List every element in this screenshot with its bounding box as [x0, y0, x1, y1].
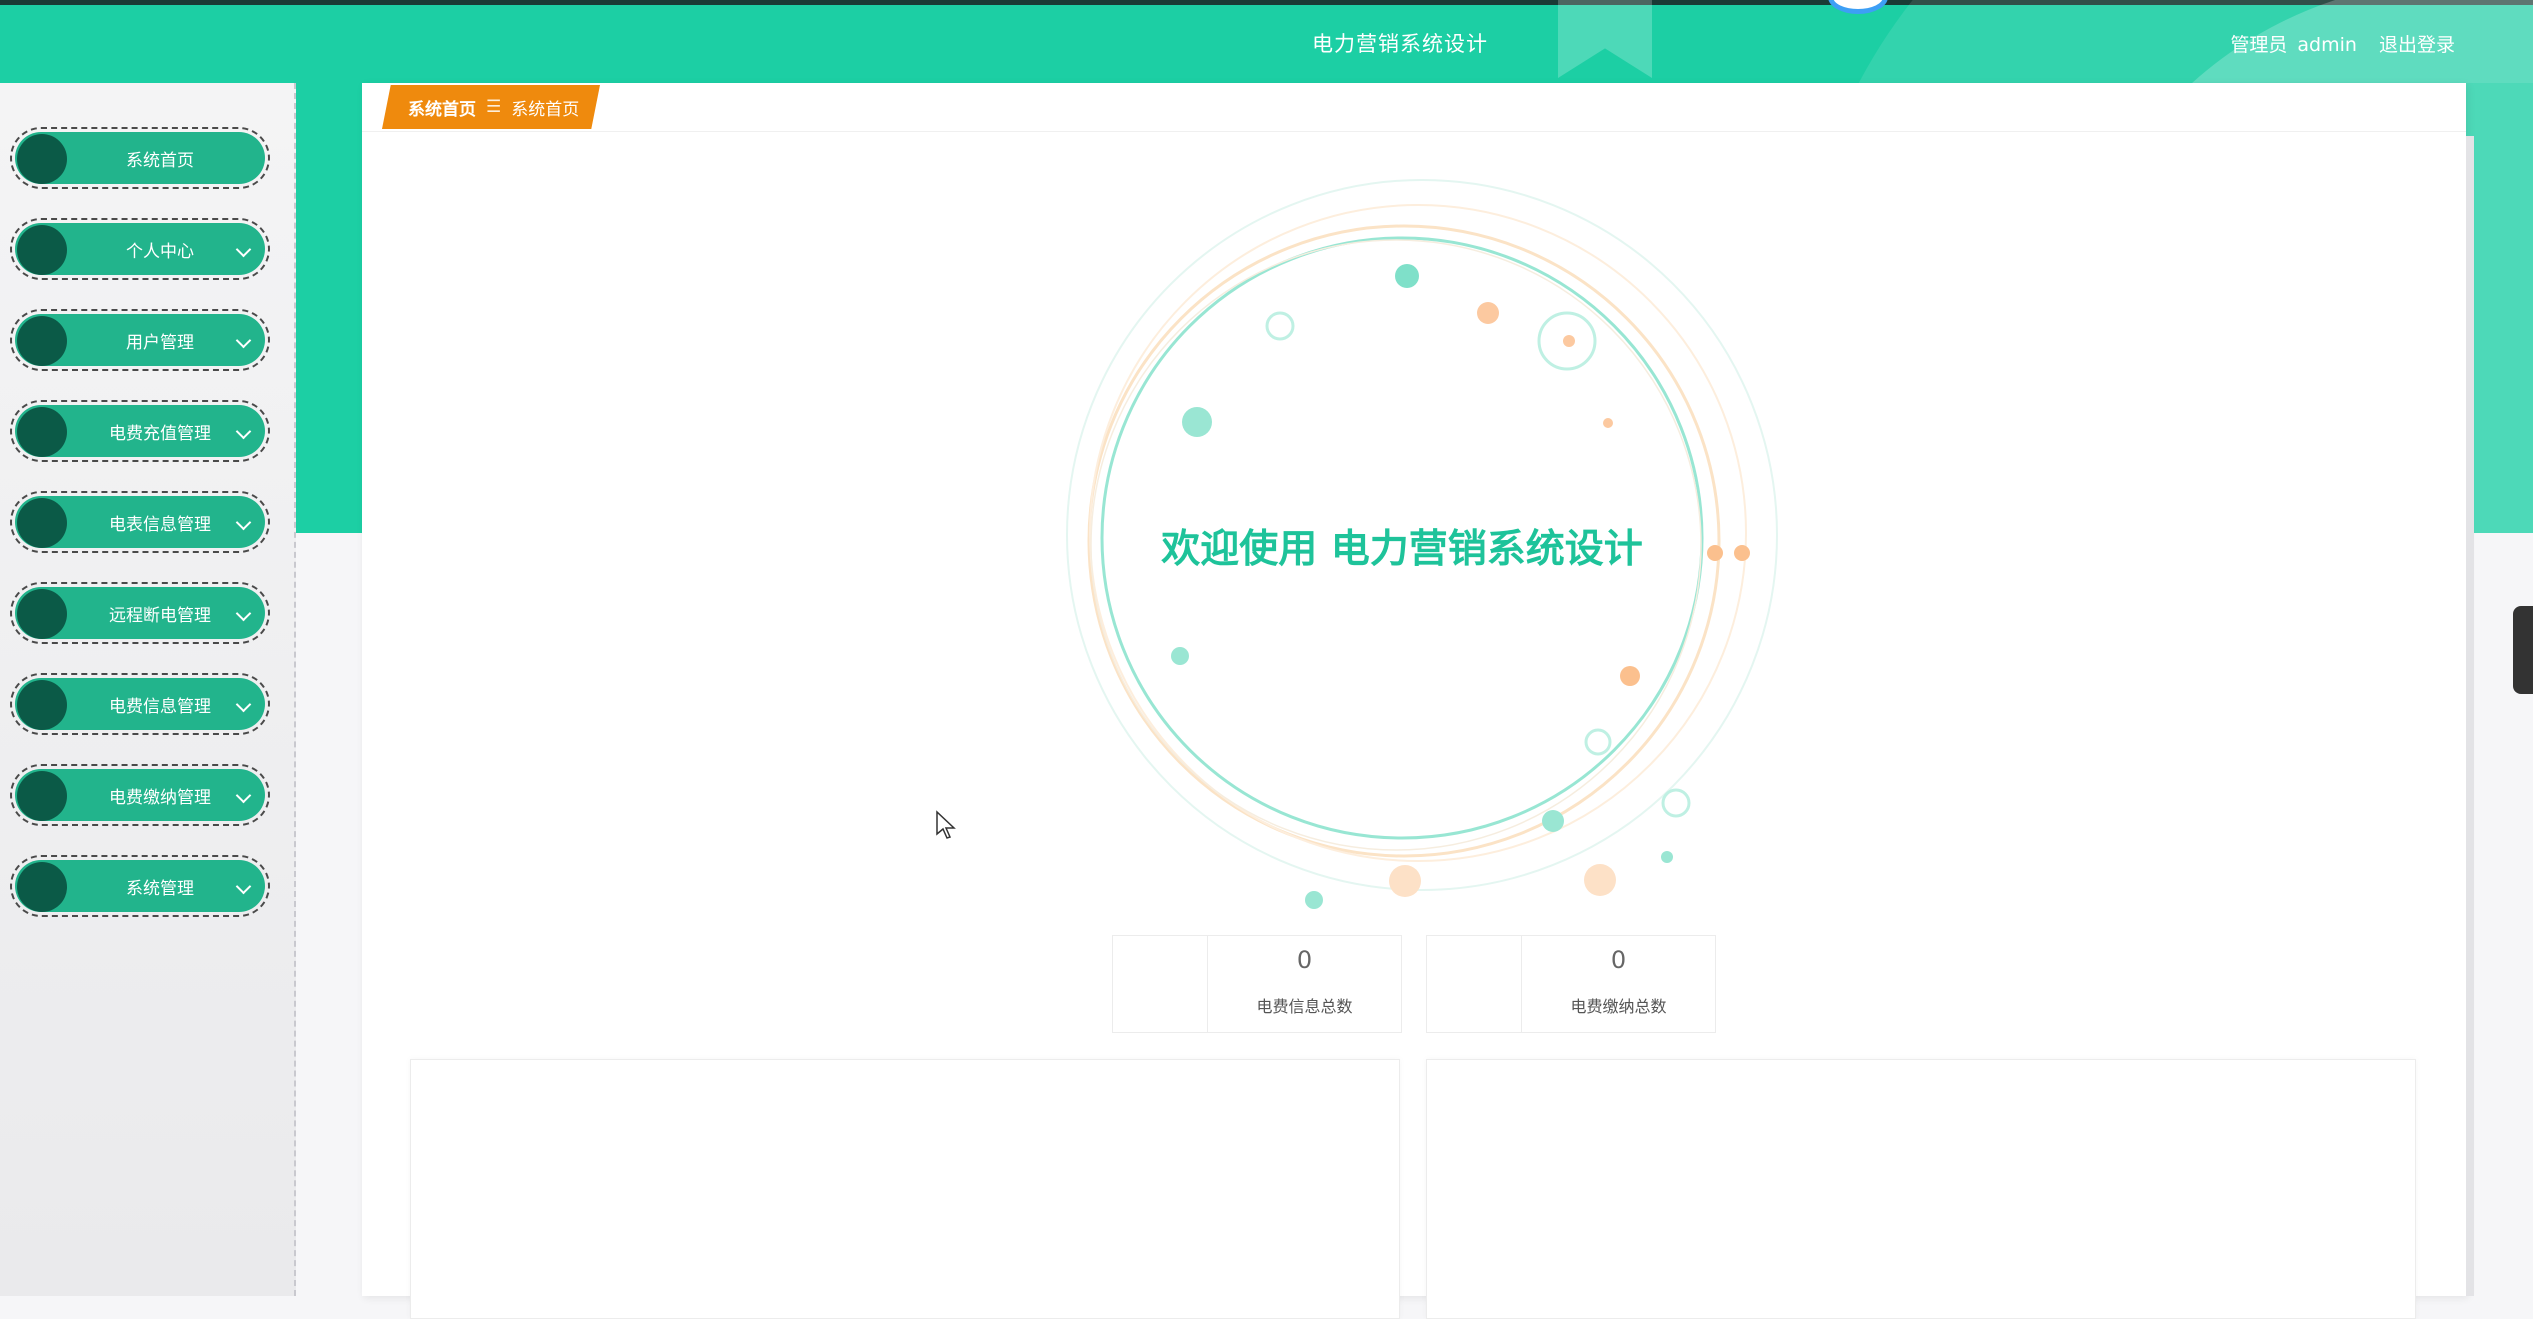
menu-pill: 远程断电管理	[15, 587, 265, 639]
mouse-cursor-icon	[936, 810, 956, 839]
stat-label: 电费缴纳总数	[1570, 997, 1667, 1016]
sidebar-item-label: 电费缴纳管理	[109, 787, 211, 808]
breadcrumb-separator-icon: ☰	[486, 97, 502, 117]
stat-value: 0	[1610, 946, 1627, 974]
chart-panel-right	[1426, 1059, 2416, 1319]
stat-icon-area	[1113, 936, 1208, 1032]
menu-dot-icon	[17, 771, 67, 821]
sidebar-item-fee-payment[interactable]: 电费缴纳管理	[10, 764, 270, 826]
menu-pill: 电表信息管理	[15, 496, 265, 548]
menu-pill: 电费充值管理	[15, 405, 265, 457]
sidebar-item-recharge-management[interactable]: 电费充值管理	[10, 400, 270, 462]
menu-dot-icon	[17, 680, 67, 730]
menu-dot-icon	[17, 498, 67, 548]
menu-dot-icon	[17, 134, 67, 184]
menu-dot-icon	[17, 225, 67, 275]
stat-card-fee-payment: 0 电费缴纳总数	[1426, 935, 1716, 1033]
menu-pill: 用户管理	[15, 314, 265, 366]
side-collapse-tab[interactable]	[2513, 606, 2533, 694]
menu-pill: 电费信息管理	[15, 678, 265, 730]
sidebar-item-personal-center[interactable]: 个人中心	[10, 218, 270, 280]
stat-label: 电费信息总数	[1256, 997, 1353, 1016]
sidebar-item-system-management[interactable]: 系统管理	[10, 855, 270, 917]
stat-card-fee-info: 0 电费信息总数	[1112, 935, 1402, 1033]
sidebar-item-label: 电费信息管理	[109, 696, 211, 717]
header-knob-icon	[1828, 0, 1888, 14]
sidebar-item-label: 个人中心	[126, 241, 194, 262]
user-role: 管理员	[2230, 34, 2288, 56]
user-area: 管理员 admin 退出登录	[2226, 30, 2455, 57]
menu-pill: 系统首页	[15, 132, 265, 184]
sidebar-item-label: 系统首页	[126, 150, 194, 171]
welcome-graphic: 欢迎使用 电力营销系统设计	[1032, 173, 1792, 913]
sidebar-item-fee-info[interactable]: 电费信息管理	[10, 673, 270, 735]
sidebar-item-user-management[interactable]: 用户管理	[10, 309, 270, 371]
menu-pill: 个人中心	[15, 223, 265, 275]
breadcrumb: 系统首页 ☰ 系统首页	[382, 85, 600, 129]
sidebar-item-label: 电费充值管理	[109, 423, 211, 444]
menu-pill: 系统管理	[15, 860, 265, 912]
breadcrumb-home-link[interactable]: 系统首页	[408, 95, 476, 120]
welcome-heading: 欢迎使用 电力营销系统设计	[1161, 527, 1643, 572]
bookmark-ribbon-icon	[1558, 0, 1652, 78]
breadcrumb-current: 系统首页	[511, 99, 580, 120]
sidebar-item-label: 电表信息管理	[109, 514, 211, 535]
menu-dot-icon	[17, 407, 67, 457]
chart-panel-left	[410, 1059, 1400, 1319]
breadcrumb-bar: 系统首页 ☰ 系统首页	[362, 83, 2466, 132]
sidebar: 系统首页 个人中心 用户管理 电费充值管理 电表信息管理 远程断电管理 电费信息…	[0, 83, 296, 1296]
sidebar-item-label: 远程断电管理	[109, 605, 211, 626]
menu-pill: 电费缴纳管理	[15, 769, 265, 821]
stat-value: 0	[1296, 946, 1313, 974]
sidebar-item-label: 用户管理	[126, 332, 194, 353]
menu-dot-icon	[17, 316, 67, 366]
logout-link[interactable]: 退出登录	[2379, 34, 2455, 56]
top-header: 电力营销系统设计 管理员 admin 退出登录	[0, 0, 2533, 83]
username: admin	[2297, 34, 2357, 56]
scroll-strip	[2466, 136, 2474, 1296]
menu-dot-icon	[17, 862, 67, 912]
sidebar-item-remote-cutoff[interactable]: 远程断电管理	[10, 582, 270, 644]
sidebar-item-label: 系统管理	[126, 878, 194, 899]
menu-dot-icon	[17, 589, 67, 639]
sidebar-item-home[interactable]: 系统首页	[10, 127, 270, 189]
app-title: 电力营销系统设计	[1312, 32, 1488, 56]
sidebar-item-meter-management[interactable]: 电表信息管理	[10, 491, 270, 553]
stat-icon-area	[1427, 936, 1522, 1032]
main-content: 系统首页 ☰ 系统首页 欢迎使用 电力营销系统设计 0 电费信息总数 0 电费缴…	[362, 83, 2466, 1319]
